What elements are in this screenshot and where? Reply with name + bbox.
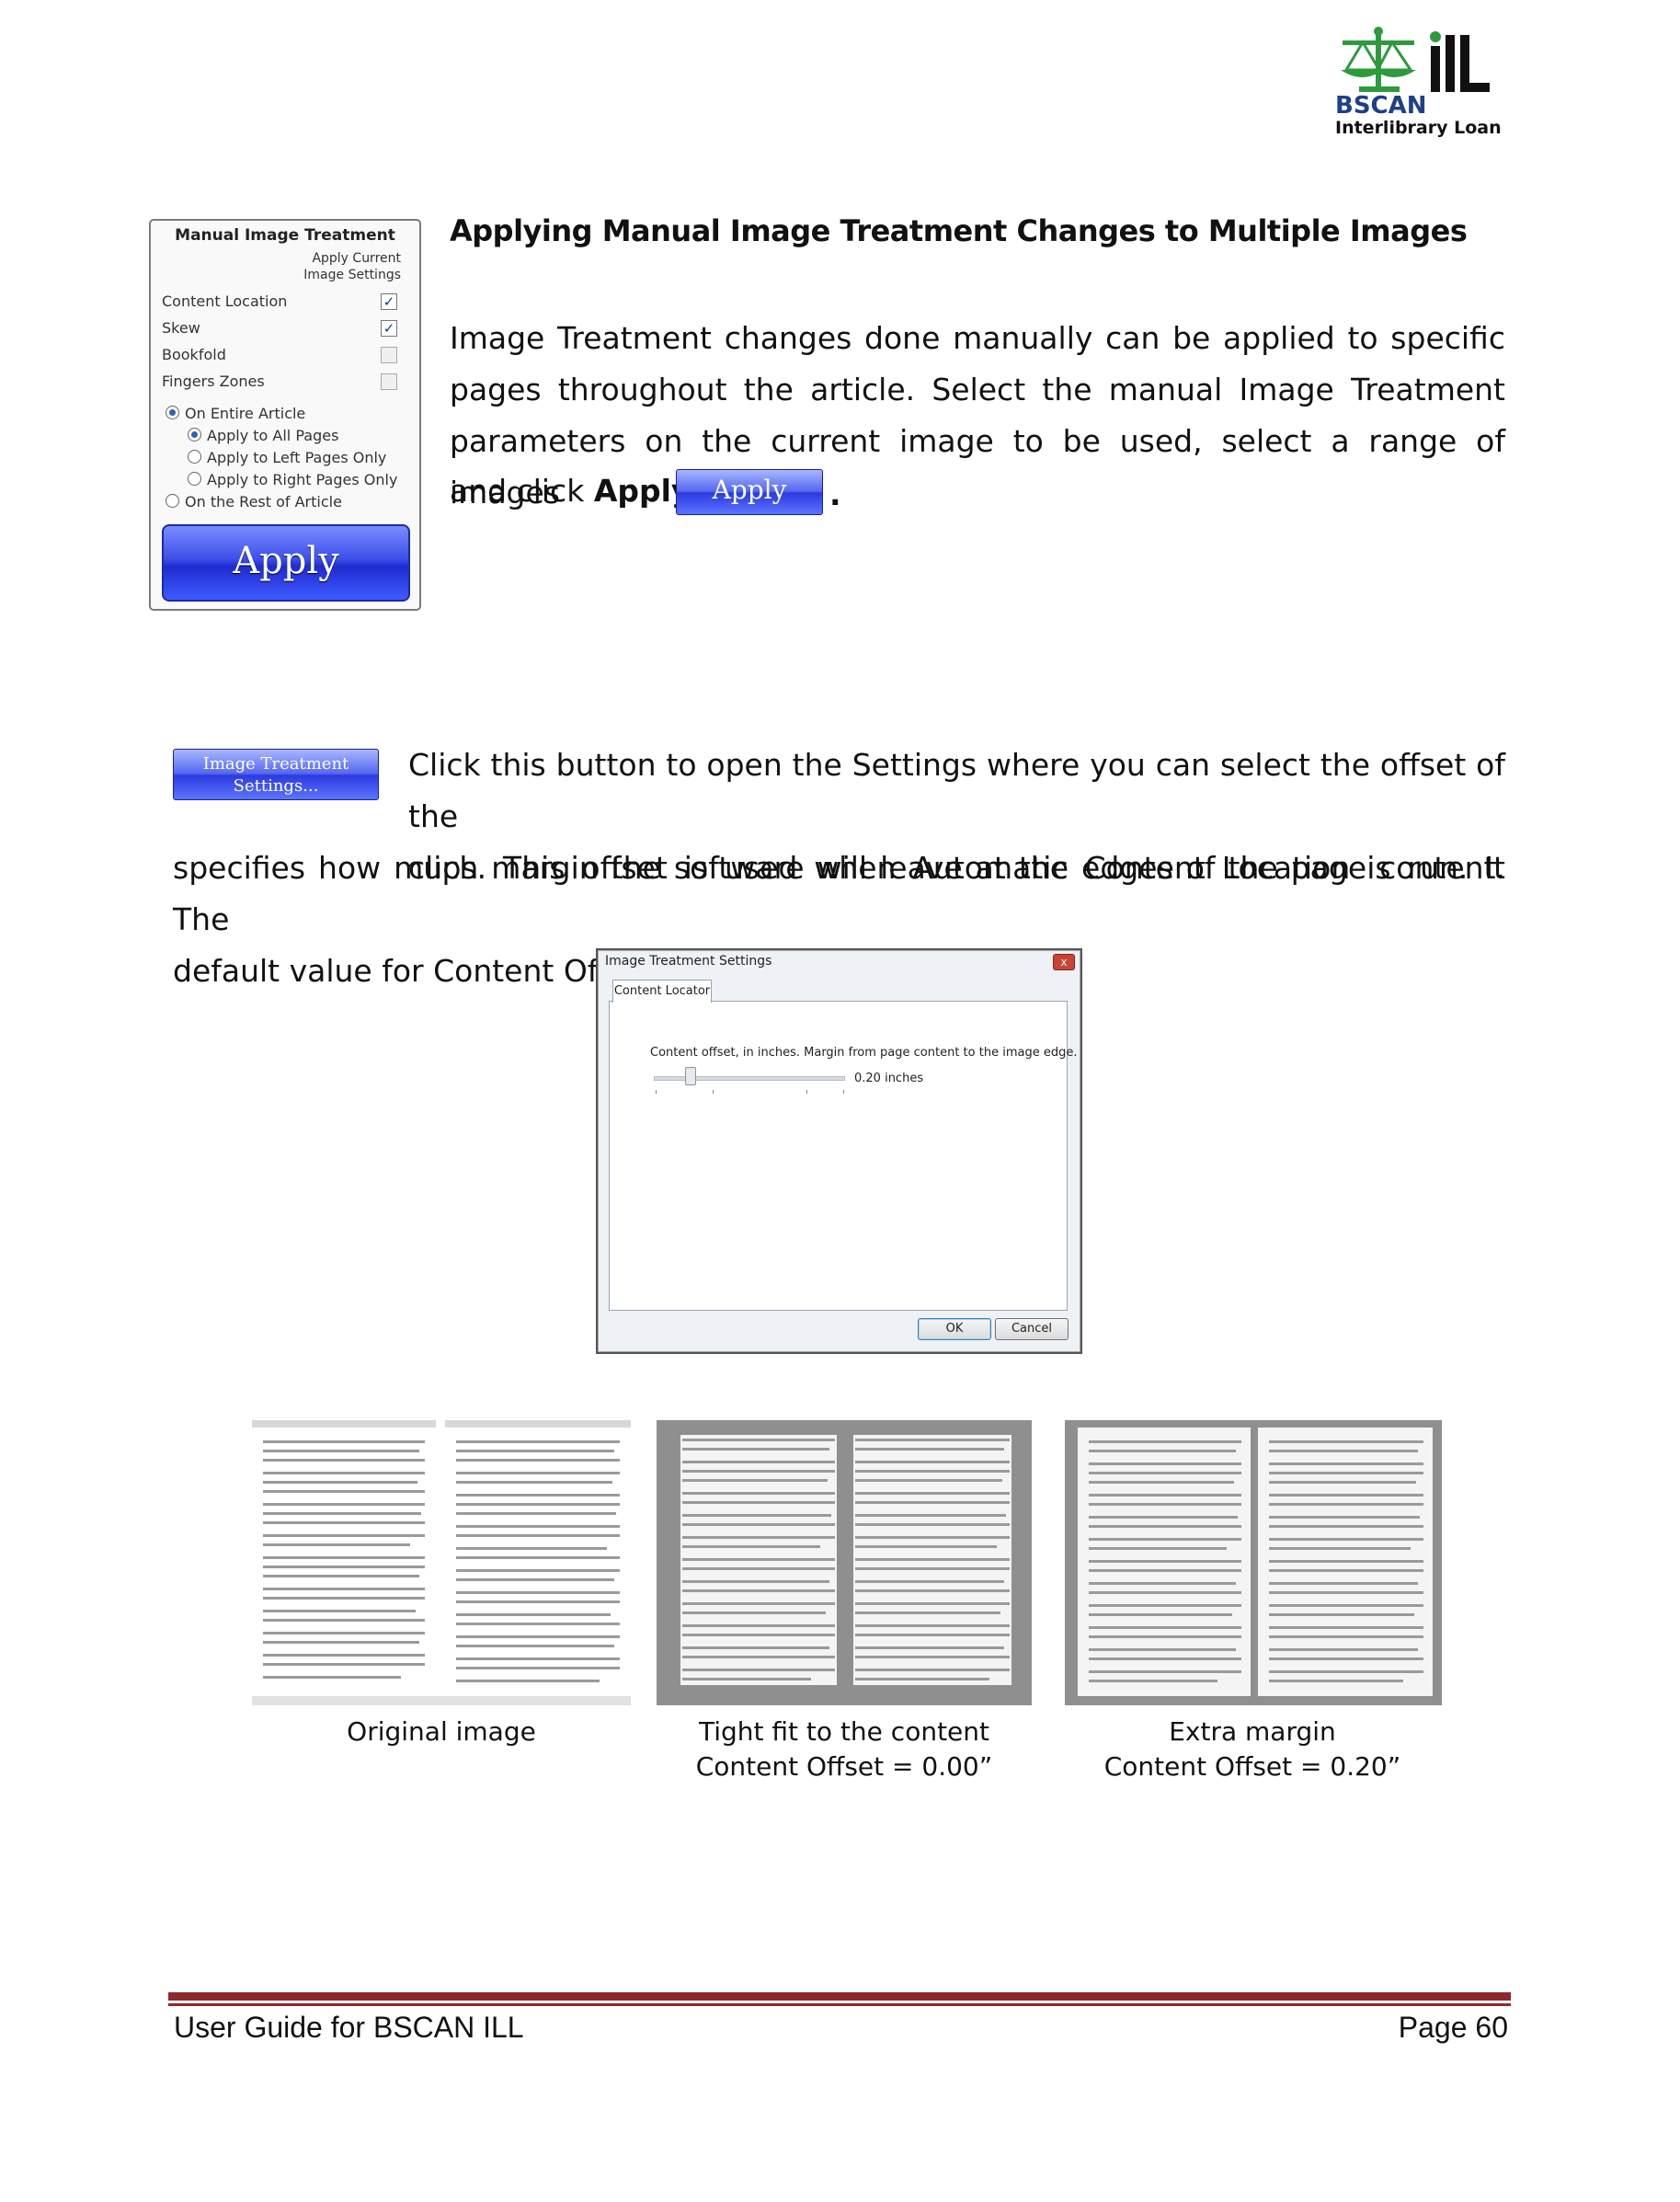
section1-last-line: and click Apply bbox=[450, 473, 691, 509]
radio-rest-of-article-label: On the Rest of Article bbox=[185, 493, 342, 510]
fingers-zones-checkbox[interactable] bbox=[381, 373, 397, 390]
settings-button-line1: Image Treatment bbox=[202, 754, 349, 774]
apply-column-header: Apply Current Image Settings bbox=[303, 250, 401, 283]
radio-left-pages-label: Apply to Left Pages Only bbox=[207, 449, 387, 466]
caption-extra-margin: Extra margin Content Offset = 0.20” bbox=[1069, 1715, 1436, 1784]
dialog-title: Image Treatment Settings bbox=[605, 954, 772, 969]
section2-line: Click this button to open the Settings w… bbox=[408, 747, 1505, 834]
radio-unselected-icon bbox=[166, 494, 179, 508]
bookfold-row: Bookfold bbox=[162, 344, 401, 366]
bookfold-label: Bookfold bbox=[162, 346, 226, 363]
section1-period: . bbox=[829, 476, 841, 512]
section1-line: Image Treatment changes done manually ca… bbox=[450, 320, 1505, 356]
content-location-row: Content Location ✓ bbox=[162, 291, 401, 313]
dialog-tab-panel: Content offset, in inches. Margin from p… bbox=[609, 1001, 1077, 1311]
caption-tight-fit: Tight fit to the content Content Offset … bbox=[660, 1715, 1028, 1784]
footer-rule bbox=[168, 1992, 1511, 2001]
caption-original: Original image bbox=[303, 1715, 579, 1749]
panel-title: Manual Image Treatment bbox=[175, 226, 395, 245]
radio-unselected-icon bbox=[188, 450, 201, 464]
image-treatment-settings-dialog: Image Treatment Settings x Content offse… bbox=[596, 948, 1082, 1354]
footer-rule-thin bbox=[168, 2003, 1511, 2006]
caption-line2: Content Offset = 0.00” bbox=[695, 1751, 993, 1782]
radio-entire-article[interactable]: On Entire Article bbox=[166, 405, 305, 425]
caption-line1: Original image bbox=[347, 1716, 536, 1747]
panel-apply-button[interactable]: Apply bbox=[162, 524, 410, 602]
caption-line1: Tight fit to the content bbox=[699, 1716, 989, 1747]
skew-label: Skew bbox=[162, 319, 200, 337]
skew-row: Skew ✓ bbox=[162, 317, 401, 339]
section1-last-prefix: and click bbox=[450, 473, 594, 509]
inline-apply-button[interactable]: Apply bbox=[676, 469, 823, 515]
radio-all-pages[interactable]: Apply to All Pages bbox=[188, 427, 338, 447]
content-location-label: Content Location bbox=[162, 292, 288, 310]
slider-tick bbox=[806, 1090, 807, 1094]
slider-tick bbox=[656, 1090, 657, 1094]
caption-line1: Extra margin bbox=[1169, 1716, 1336, 1747]
manual-image-treatment-panel: Manual Image Treatment Apply Current Ima… bbox=[149, 219, 421, 611]
content-offset-slider-thumb[interactable] bbox=[685, 1067, 696, 1085]
tight-fit-image-sample bbox=[657, 1420, 1032, 1705]
content-location-checkbox[interactable]: ✓ bbox=[381, 293, 397, 310]
page-number: Page 60 bbox=[1398, 2011, 1508, 2044]
content-offset-label: Content offset, in inches. Margin from p… bbox=[650, 1046, 1078, 1060]
content-offset-slider-track[interactable] bbox=[654, 1076, 845, 1081]
logo-subtitle: Interlibrary Loan bbox=[1335, 118, 1502, 138]
logo-brand-text: BSCAN bbox=[1335, 92, 1427, 120]
radio-selected-icon bbox=[166, 406, 179, 419]
cancel-button[interactable]: Cancel bbox=[995, 1318, 1069, 1340]
section-heading: Applying Manual Image Treatment Changes … bbox=[450, 213, 1468, 248]
section1-line: pages throughout the article. Select the… bbox=[450, 372, 1505, 407]
skew-checkbox[interactable]: ✓ bbox=[381, 320, 397, 337]
slider-tick bbox=[713, 1090, 714, 1094]
footer-guide-title: User Guide for BSCAN ILL bbox=[174, 2011, 524, 2044]
radio-unselected-icon bbox=[188, 472, 201, 486]
content-offset-value: 0.20 inches bbox=[854, 1072, 924, 1085]
close-icon[interactable]: x bbox=[1053, 954, 1075, 970]
caption-line2: Content Offset = 0.20” bbox=[1103, 1751, 1401, 1782]
radio-entire-article-label: On Entire Article bbox=[185, 405, 306, 422]
column-header-line2: Image Settings bbox=[303, 268, 401, 282]
radio-all-pages-label: Apply to All Pages bbox=[207, 427, 339, 444]
settings-button-line2: Settings... bbox=[233, 776, 319, 796]
bscan-ill-logo: BSCAN Interlibrary Loan bbox=[1335, 26, 1510, 143]
tab-content-locator[interactable]: Content Locator bbox=[612, 980, 712, 1003]
fingers-zones-label: Fingers Zones bbox=[162, 373, 265, 390]
radio-right-pages[interactable]: Apply to Right Pages Only bbox=[188, 471, 397, 491]
slider-tick bbox=[843, 1090, 844, 1094]
radio-left-pages[interactable]: Apply to Left Pages Only bbox=[188, 449, 386, 469]
scales-of-justice-icon bbox=[1341, 27, 1490, 92]
ok-button[interactable]: OK bbox=[918, 1318, 991, 1340]
radio-right-pages-label: Apply to Right Pages Only bbox=[207, 471, 398, 488]
section2-line: specifies how much margin the software w… bbox=[173, 850, 1505, 937]
original-image-sample bbox=[252, 1420, 631, 1705]
image-treatment-settings-button[interactable]: Image Treatment Settings... bbox=[173, 749, 379, 800]
radio-selected-icon bbox=[188, 428, 201, 442]
fingers-zones-row: Fingers Zones bbox=[162, 371, 401, 393]
extra-margin-image-sample bbox=[1065, 1420, 1442, 1705]
column-header-line1: Apply Current bbox=[312, 251, 401, 266]
bookfold-checkbox[interactable] bbox=[381, 347, 397, 363]
radio-rest-of-article[interactable]: On the Rest of Article bbox=[166, 493, 342, 513]
